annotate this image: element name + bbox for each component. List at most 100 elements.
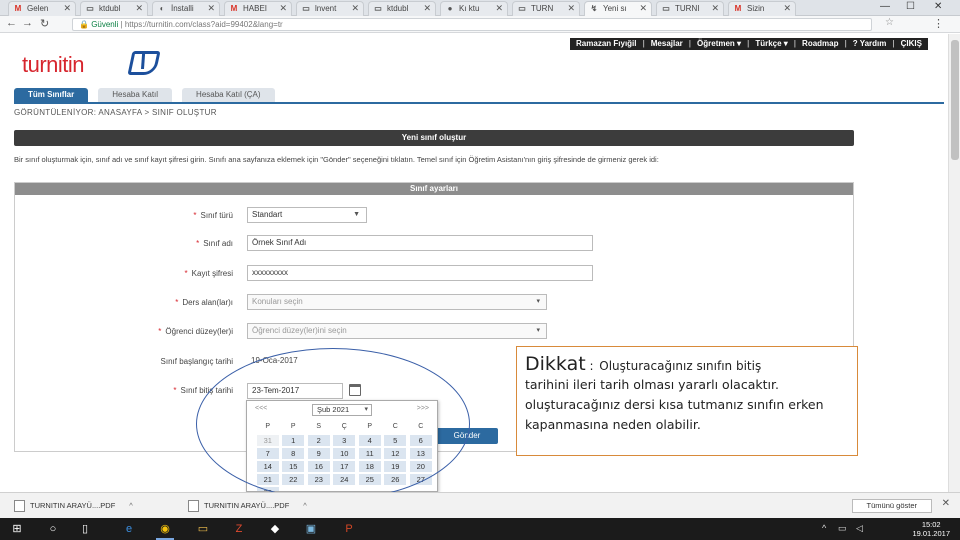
tab-close-icon[interactable]: ✕	[567, 2, 575, 15]
enrollment-key-input[interactable]: xxxxxxxxx	[247, 265, 593, 281]
calendar-day[interactable]: 11	[358, 448, 381, 459]
calendar-day[interactable]: 12	[384, 448, 407, 459]
calendar-icon[interactable]	[349, 384, 361, 396]
calendar-day[interactable]: 16	[307, 461, 330, 472]
close-icon[interactable]: ✕	[942, 498, 950, 509]
minimize-icon[interactable]: —	[880, 1, 890, 12]
browser-tab[interactable]: ▭ ktdubl ✕	[368, 1, 436, 16]
download-item[interactable]: TURNITIN ARAYÜ....PDF ^	[12, 499, 133, 513]
search-icon[interactable]: ○	[44, 521, 62, 537]
browser-tab[interactable]: M HABEI ✕	[224, 1, 292, 16]
calendar-day[interactable]: 18	[358, 461, 381, 472]
calendar-day[interactable]: 20	[409, 461, 432, 472]
browser-tab[interactable]: ◐ İnstalli ✕	[152, 1, 220, 16]
tab-close-icon[interactable]: ✕	[783, 2, 791, 15]
next-month-icon[interactable]: >>>	[417, 405, 429, 412]
calendar-day[interactable]: 9	[307, 448, 330, 459]
calendar-day[interactable]: 31	[256, 435, 279, 446]
topnav-item[interactable]: Ramazan Fıyığil	[576, 38, 636, 50]
class-type-select[interactable]: Standart ▼	[247, 207, 367, 223]
topnav-item[interactable]: Roadmap	[802, 38, 838, 50]
calendar-day[interactable]: 15	[282, 461, 305, 472]
media-player-icon[interactable]: ◆	[266, 521, 284, 537]
calendar-day[interactable]: 5	[384, 435, 407, 446]
url-input[interactable]: 🔒 Güvenli | https://turnitin.com/class?a…	[72, 18, 872, 31]
calendar-day[interactable]: 25	[358, 474, 381, 485]
calendar-day[interactable]: 26	[384, 474, 407, 485]
calendar-day[interactable]: 19	[384, 461, 407, 472]
topnav-item[interactable]: ? Yardım	[853, 38, 887, 50]
calendar-day[interactable]: 7	[256, 448, 279, 459]
file-explorer-icon[interactable]: ▭	[194, 521, 212, 537]
browser-tab[interactable]: ● Kı ktu ✕	[440, 1, 508, 16]
browser-tab[interactable]: ▭ lnvent ✕	[296, 1, 364, 16]
task-view-icon[interactable]: ▯	[76, 521, 94, 537]
browser-tab[interactable]: ↯ Yeni sı ✕	[584, 1, 652, 16]
calendar-day[interactable]: 23	[307, 474, 330, 485]
tab-close-icon[interactable]: ✕	[423, 2, 431, 15]
download-item[interactable]: TURNITIN ARAYÜ....PDF ^	[186, 499, 307, 513]
network-icon[interactable]: ▭	[838, 523, 847, 534]
page-scrollbar[interactable]	[948, 34, 960, 492]
calendar-day[interactable]: 4	[358, 435, 381, 446]
calendar-day[interactable]: 3	[333, 435, 356, 446]
bookmark-star-icon[interactable]: ☆	[885, 17, 894, 28]
forward-icon[interactable]: →	[22, 17, 33, 29]
calendar-day[interactable]: 22	[282, 474, 305, 485]
tab-close-icon[interactable]: ✕	[351, 2, 359, 15]
calendar-day[interactable]: 10	[333, 448, 356, 459]
calendar-day[interactable]: 14	[256, 461, 279, 472]
calendar-day[interactable]: 1	[282, 435, 305, 446]
calendar-day[interactable]: 13	[409, 448, 432, 459]
tab-close-icon[interactable]: ✕	[639, 2, 647, 15]
tab-close-icon[interactable]: ✕	[135, 2, 143, 15]
chrome-icon[interactable]: ◉	[156, 521, 174, 540]
calendar-day[interactable]: 8	[282, 448, 305, 459]
calendar-day[interactable]: 2	[307, 435, 330, 446]
filezilla-icon[interactable]: Z	[230, 521, 248, 537]
calendar-day[interactable]: 17	[333, 461, 356, 472]
calendar-day[interactable]: 6	[409, 435, 432, 446]
browser-tab[interactable]: M Gelen ✕	[8, 1, 76, 16]
student-level-select[interactable]: Öğrenci düzey(ler)ini seçin ▾	[247, 323, 547, 339]
back-icon[interactable]: ←	[6, 17, 17, 29]
tray-up-icon[interactable]: ^	[822, 523, 826, 533]
topnav-item[interactable]: Mesajlar	[651, 38, 683, 50]
topnav-item[interactable]: Türkçe ▾	[755, 38, 787, 50]
edge-browser-icon[interactable]: e	[120, 521, 138, 537]
system-clock[interactable]: 15:02 19.01.2017	[912, 520, 950, 538]
month-select[interactable]: Şub 2021 ▾	[312, 404, 372, 416]
submit-button-visible[interactable]: Gönder	[436, 428, 498, 444]
tab-close-icon[interactable]: ✕	[495, 2, 503, 15]
chevron-up-icon[interactable]: ^	[129, 501, 133, 510]
end-date-input[interactable]: 23-Tem-2017	[247, 383, 343, 399]
subject-area-select[interactable]: Konuları seçin ▾	[247, 294, 547, 310]
browser-tab[interactable]: ▭ TURNI ✕	[656, 1, 724, 16]
tab-close-icon[interactable]: ✕	[207, 2, 215, 15]
scrollbar-thumb[interactable]	[951, 40, 959, 160]
prev-month-icon[interactable]: <<<	[255, 405, 267, 412]
powerpoint-icon[interactable]: P	[340, 521, 358, 537]
chevron-up-icon[interactable]: ^	[303, 501, 307, 510]
class-name-input[interactable]: Örnek Sınıf Adı	[247, 235, 593, 251]
tab-close-icon[interactable]: ✕	[279, 2, 287, 15]
calendar-day[interactable]: 21	[256, 474, 279, 485]
package-icon[interactable]: ▣	[302, 521, 320, 537]
topnav-item[interactable]: ÇIKIŞ	[901, 38, 922, 50]
maximize-icon[interactable]: ☐	[906, 1, 915, 12]
browser-menu-icon[interactable]: ⋮	[933, 17, 944, 30]
tab-close-icon[interactable]: ✕	[63, 2, 71, 15]
class-tab[interactable]: Hesaba Katıl (ÇA)	[182, 88, 275, 102]
browser-tab[interactable]: M Sizin ✕	[728, 1, 796, 16]
close-window-icon[interactable]: ✕	[934, 1, 942, 12]
calendar-day[interactable]: 27	[409, 474, 432, 485]
windows-start-icon[interactable]: ⊞	[8, 521, 26, 537]
topnav-item[interactable]: Öğretmen ▾	[697, 38, 741, 50]
reload-icon[interactable]: ↻	[40, 17, 49, 30]
calendar-day[interactable]: 24	[333, 474, 356, 485]
class-tab[interactable]: Tüm Sınıflar	[14, 88, 89, 102]
volume-icon[interactable]: ◁	[856, 523, 863, 534]
class-tab[interactable]: Hesaba Katıl	[98, 88, 173, 102]
browser-tab[interactable]: ▭ TURN ✕	[512, 1, 580, 16]
show-all-downloads-button[interactable]: Tümünü göster	[851, 499, 932, 513]
